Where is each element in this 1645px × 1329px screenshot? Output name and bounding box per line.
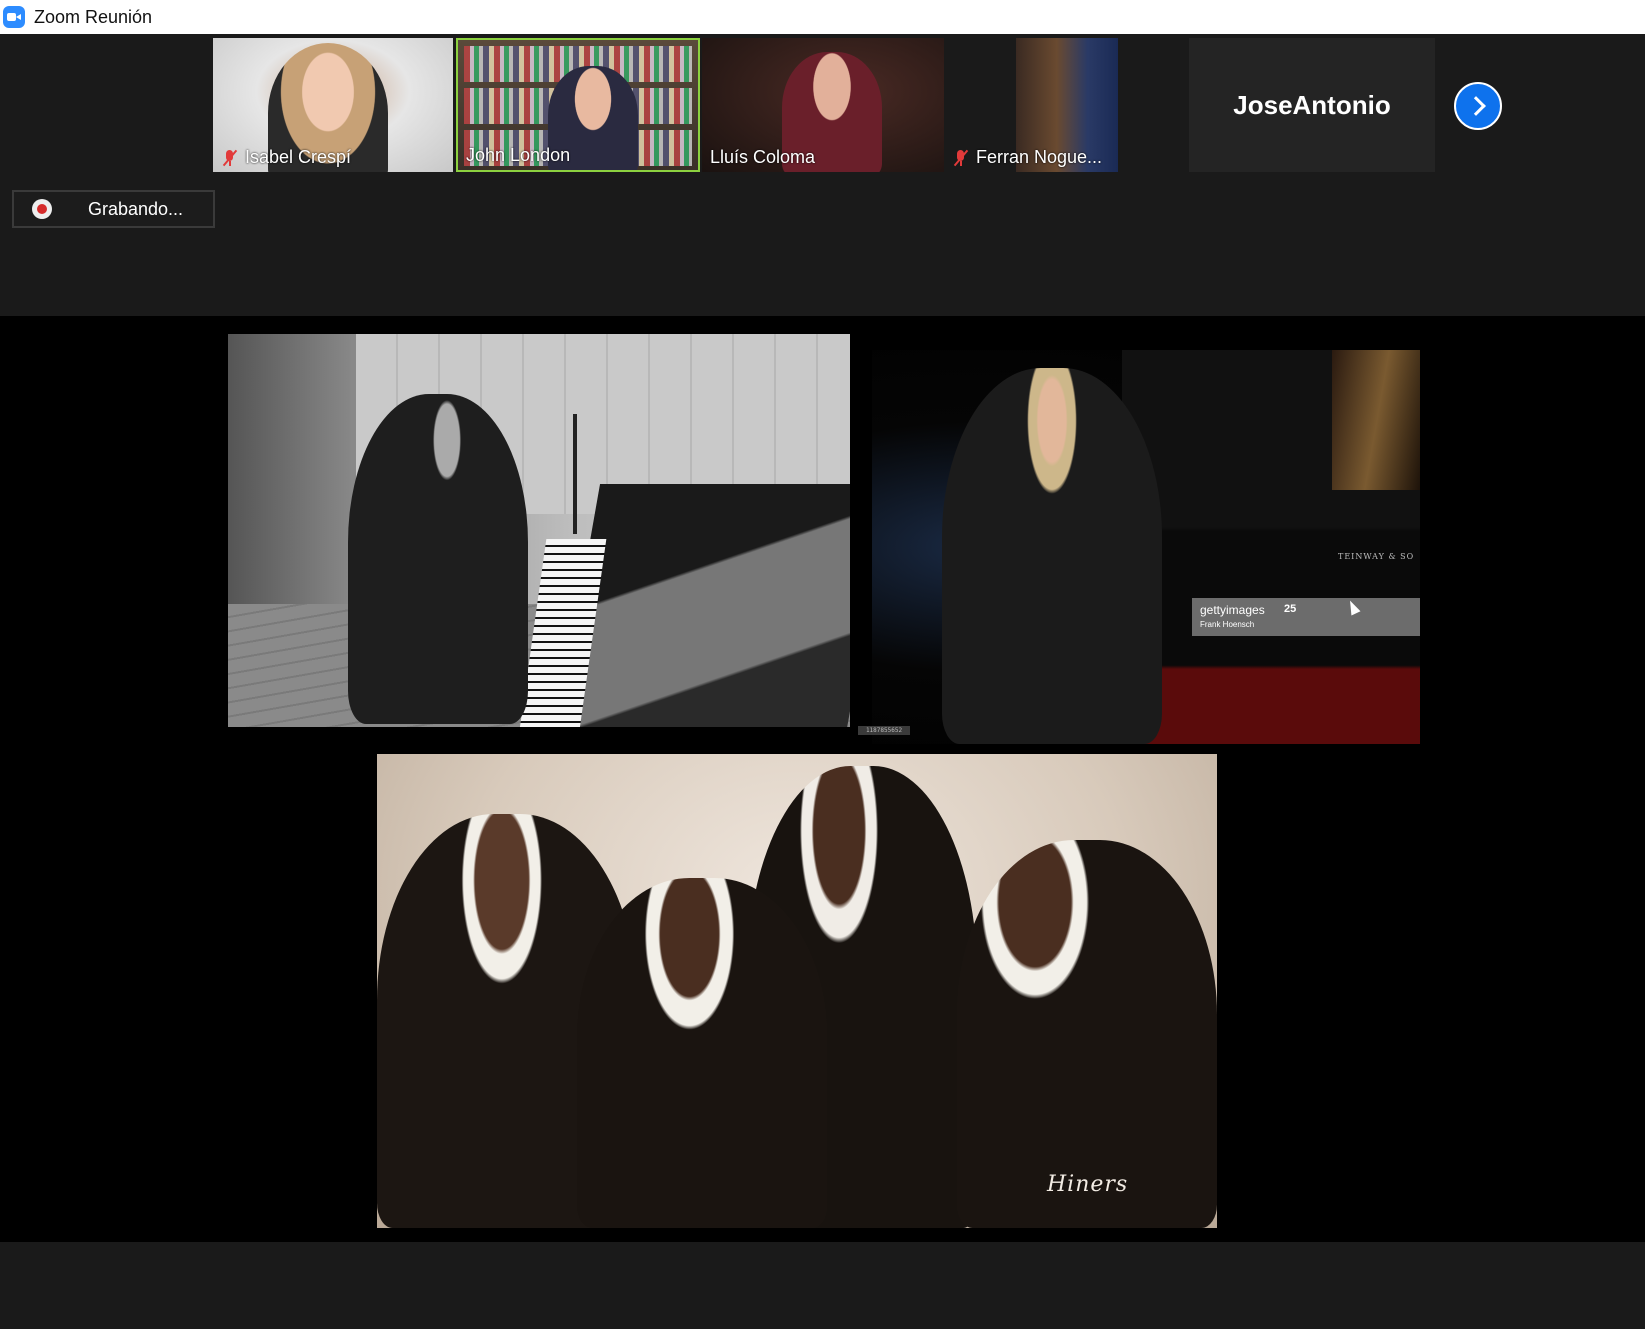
grand-piano — [555, 484, 850, 727]
participant-strip: Isabel Crespí John London Lluís Coloma F… — [0, 34, 1645, 316]
shared-screen: TEINWAY & SO gettyimages 25 Frank Hoensc… — [0, 316, 1645, 1242]
pianist — [942, 368, 1162, 744]
participant-name: Lluís Coloma — [710, 147, 816, 167]
participant-name-label: John London — [466, 145, 570, 166]
participant-tile-ferran[interactable]: Ferran Nogue... — [948, 38, 1118, 172]
participant-name-label: Lluís Coloma — [710, 147, 815, 168]
vocal-quartet-photo: Hiners — [377, 754, 1217, 1228]
participant-tile-joseantonio[interactable]: JoseAntonio — [1189, 38, 1435, 172]
quartet-member — [957, 840, 1217, 1228]
meeting-controls-area — [0, 1242, 1645, 1329]
record-icon — [32, 199, 52, 219]
watermark-credit: Frank Hoensch — [1200, 620, 1255, 629]
participant-name-placeholder: JoseAntonio — [1233, 90, 1391, 120]
watermark-brand: gettyimages — [1200, 603, 1265, 617]
participant-name: John London — [466, 145, 571, 165]
window-title: Zoom Reunión — [34, 6, 153, 27]
participant-name-label: Isabel Crespí — [221, 147, 351, 168]
pianist — [348, 394, 528, 724]
recording-indicator[interactable]: Grabando... — [12, 190, 215, 228]
recording-label: Grabando... — [88, 198, 184, 219]
participant-name-label: Ferran Nogue... — [952, 147, 1102, 168]
participant-tile-john[interactable]: John London — [456, 38, 700, 172]
participant-tile-isabel[interactable]: Isabel Crespí — [213, 38, 453, 172]
image-id-label: 1187855652 — [858, 726, 910, 735]
participant-name: Isabel Crespí — [245, 147, 352, 167]
next-page-button[interactable] — [1454, 82, 1502, 130]
mic-muted-icon — [221, 149, 239, 167]
pianist-studio-photo — [228, 334, 850, 727]
title-bar: Zoom Reunión — [0, 0, 1645, 34]
participant-tile-lluis[interactable]: Lluís Coloma — [702, 38, 944, 172]
zoom-camera-icon — [3, 6, 25, 28]
microphone-stand — [573, 414, 577, 534]
piano-lid — [1332, 350, 1420, 490]
pianist-concert-photo: TEINWAY & SO gettyimages 25 Frank Hoensc… — [872, 350, 1420, 744]
getty-watermark: gettyimages 25 Frank Hoensch — [1192, 598, 1420, 636]
participant-name: Ferran Nogue... — [976, 147, 1103, 167]
watermark-badge: 25 — [1284, 603, 1297, 615]
chevron-right-icon — [1465, 96, 1486, 116]
photographer-signature: Hiners — [1047, 1172, 1129, 1197]
mic-muted-icon — [952, 149, 970, 167]
quartet-member — [577, 878, 827, 1228]
piano-brand-text: TEINWAY & SO — [1338, 552, 1415, 561]
